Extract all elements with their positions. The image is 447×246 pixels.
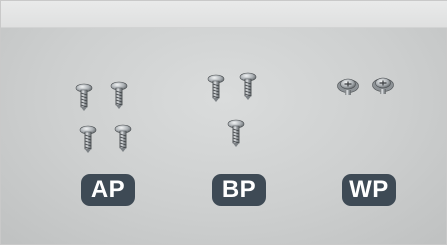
group-label-bp: BP	[212, 174, 266, 206]
screw-group-bp	[207, 72, 257, 148]
screw	[110, 81, 128, 110]
screw-layout	[75, 72, 395, 154]
screw	[227, 119, 245, 148]
screw	[336, 78, 360, 96]
screw	[239, 72, 257, 101]
screw	[371, 77, 395, 95]
screw-group-ap	[75, 81, 132, 154]
group-label-wp: WP	[342, 174, 396, 206]
screw	[207, 74, 225, 103]
screw	[75, 83, 93, 112]
screw-group-wp	[336, 77, 395, 96]
screw	[79, 125, 97, 154]
screw	[114, 124, 132, 153]
photo-background: AP BP WP	[0, 0, 447, 245]
group-label-ap: AP	[81, 174, 135, 206]
